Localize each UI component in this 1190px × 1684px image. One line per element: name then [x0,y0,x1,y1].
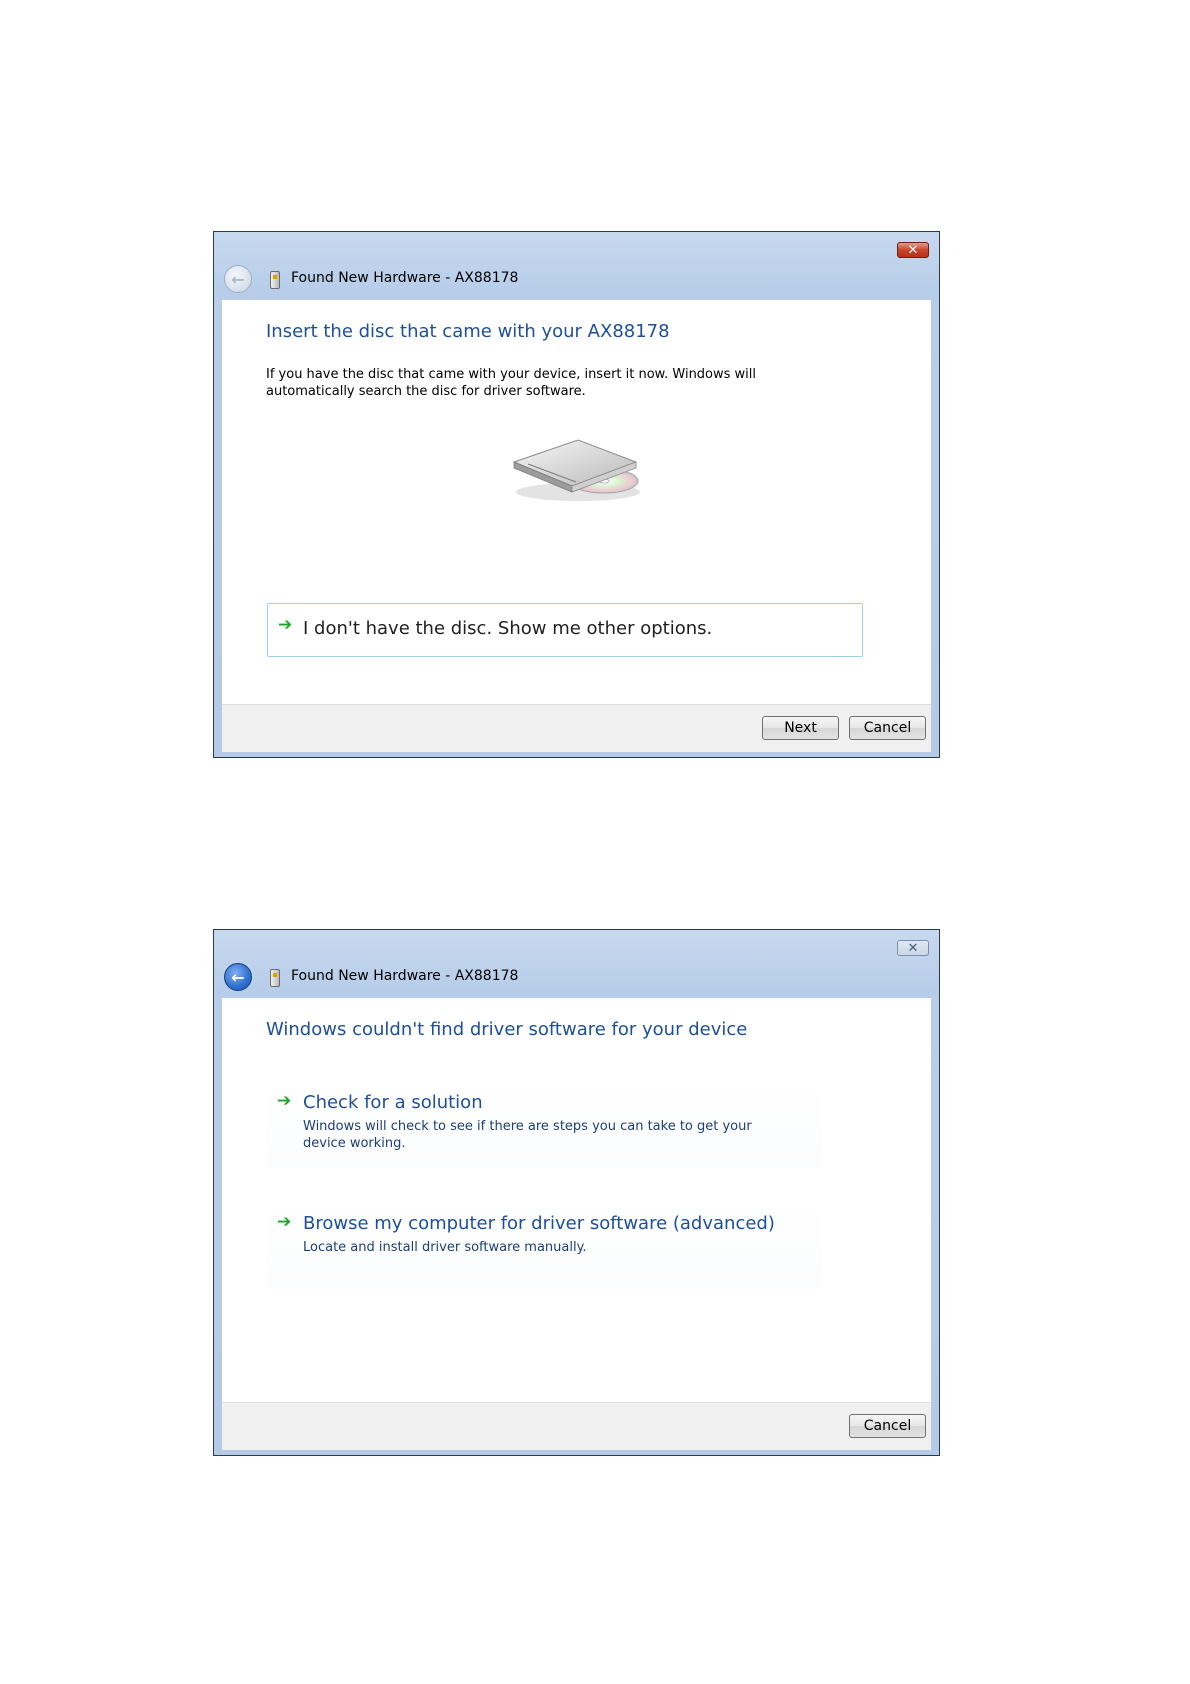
instruction-text: If you have the disc that came with your… [266,367,757,399]
close-icon[interactable]: ✕ [897,242,929,258]
green-arrow-icon: ➔ [278,615,293,635]
back-arrow-icon[interactable]: ← [224,963,252,991]
page: ✕ ← Found New Hardware - AX88178 Insert … [0,0,1190,1684]
command-link-title: Check for a solution [303,1092,483,1113]
command-link-description: Locate and install driver software manua… [303,1240,587,1255]
green-arrow-icon: ➔ [277,1212,292,1232]
close-icon[interactable]: ✕ [897,940,929,956]
no-disc-option-label: I don't have the disc. Show me other opt… [303,618,713,639]
dialog-footer: Next Cancel [222,704,931,752]
cancel-button[interactable]: Cancel [849,1414,926,1438]
dialog-title: Found New Hardware - AX88178 [291,968,519,984]
found-hardware-dialog-driver-not-found: ✕ ← Found New Hardware - AX88178 Windows… [213,929,940,1456]
disc-drive-illustration [512,439,640,501]
no-disc-option-link[interactable]: ➔ I don't have the disc. Show me other o… [267,603,863,657]
dialog-title: Found New Hardware - AX88178 [291,270,519,286]
page-heading: Windows couldn't find driver software fo… [266,1019,748,1040]
usb-device-icon [270,271,280,289]
browse-computer-link[interactable]: ➔ Browse my computer for driver software… [267,1201,822,1289]
page-heading: Insert the disc that came with your AX88… [266,321,670,342]
usb-device-icon [270,969,280,987]
cancel-button[interactable]: Cancel [849,716,926,740]
command-link-title: Browse my computer for driver software (… [303,1213,775,1234]
back-arrow-icon: ← [224,265,252,293]
dialog-content: Windows couldn't find driver software fo… [222,998,931,1402]
found-hardware-dialog-insert-disc: ✕ ← Found New Hardware - AX88178 Insert … [213,231,940,758]
dialog-content: Insert the disc that came with your AX88… [222,300,931,704]
next-button[interactable]: Next [762,716,839,740]
dialog-footer: Cancel [222,1402,931,1450]
check-for-solution-link[interactable]: ➔ Check for a solution Windows will chec… [267,1080,822,1168]
green-arrow-icon: ➔ [277,1091,292,1111]
command-link-description: Windows will check to see if there are s… [303,1119,752,1151]
